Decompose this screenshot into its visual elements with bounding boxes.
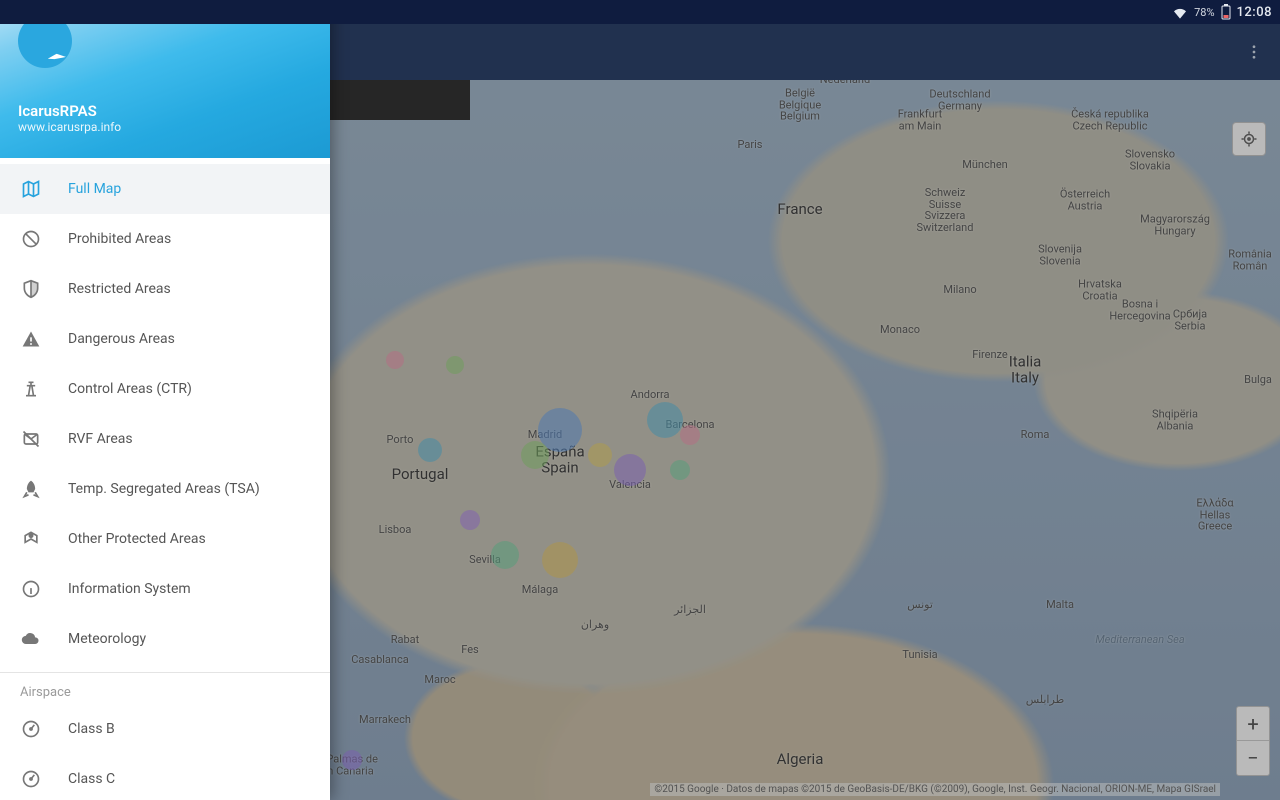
gauge-icon <box>20 769 42 789</box>
shield-icon <box>20 279 42 299</box>
nav-item-label: Meteorology <box>68 631 146 647</box>
wifi-icon <box>1172 5 1188 19</box>
nav-item-class-b[interactable]: Class B <box>0 704 330 754</box>
nav-item-other-protected-areas[interactable]: Other Protected Areas <box>0 514 330 564</box>
status-bar: 78% 12:08 <box>0 0 1280 24</box>
rvf-icon <box>20 429 42 449</box>
battery-icon <box>1221 4 1231 20</box>
nav-item-dangerous-areas[interactable]: Dangerous Areas <box>0 314 330 364</box>
tower-icon <box>20 379 42 399</box>
app-name: IcarusRPAS <box>18 102 312 120</box>
nav-item-prohibited-areas[interactable]: Prohibited Areas <box>0 214 330 264</box>
nav-item-label: Other Protected Areas <box>68 531 206 547</box>
section-label-airspace: Airspace <box>0 675 330 704</box>
divider <box>0 672 330 673</box>
nav-item-rvf-areas[interactable]: RVF Areas <box>0 414 330 464</box>
nav-item-label: Class C <box>68 771 115 787</box>
rocket-icon <box>20 479 42 499</box>
nav-item-label: Temp. Segregated Areas (TSA) <box>68 481 260 497</box>
drawer-list[interactable]: Full Map Prohibited Areas Restricted Areas… <box>0 158 330 800</box>
nav-item-label: Class B <box>68 721 115 737</box>
nav-item-control-areas-ctr[interactable]: Control Areas (CTR) <box>0 364 330 414</box>
nav-item-full-map[interactable]: Full Map <box>0 164 330 214</box>
map-icon <box>20 179 42 199</box>
nav-item-temp-segregated-areas-tsa[interactable]: Temp. Segregated Areas (TSA) <box>0 464 330 514</box>
status-clock: 12:08 <box>1237 5 1272 20</box>
prohibited-icon <box>20 229 42 249</box>
gauge-icon <box>20 719 42 739</box>
nav-item-information-system[interactable]: Information System <box>0 564 330 614</box>
area-icon <box>20 529 42 549</box>
nav-item-label: Dangerous Areas <box>68 331 175 347</box>
nav-item-class-c[interactable]: Class C <box>0 754 330 800</box>
nav-item-label: Full Map <box>68 181 121 197</box>
nav-item-meteorology[interactable]: Meteorology <box>0 614 330 664</box>
nav-item-label: Information System <box>68 581 191 597</box>
battery-pct: 78% <box>1194 6 1214 19</box>
nav-item-label: RVF Areas <box>68 431 133 447</box>
cloud-icon <box>20 629 42 649</box>
nav-item-label: Restricted Areas <box>68 281 171 297</box>
warning-icon <box>20 329 42 349</box>
nav-item-restricted-areas[interactable]: Restricted Areas <box>0 264 330 314</box>
navigation-drawer: IcarusRPAS www.icarusrpa.info Full Map Pr… <box>0 0 330 800</box>
info-icon <box>20 579 42 599</box>
nav-item-label: Control Areas (CTR) <box>68 381 192 397</box>
app-url: www.icarusrpa.info <box>18 120 312 134</box>
nav-item-label: Prohibited Areas <box>68 231 171 247</box>
